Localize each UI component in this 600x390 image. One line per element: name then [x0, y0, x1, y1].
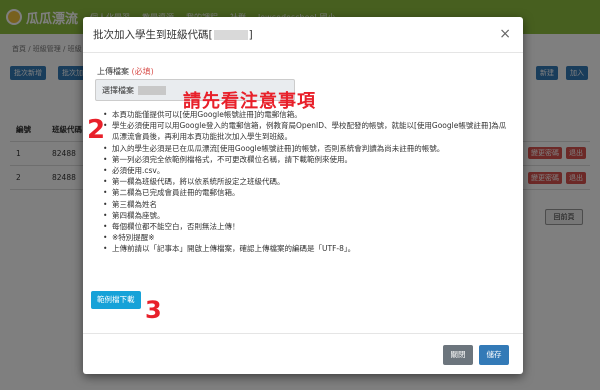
file-input-text: 選擇檔案: [102, 86, 134, 95]
redacted-filename: [138, 86, 166, 95]
note-item: 第二欄為已完成會員註冊的電郵信箱。: [103, 187, 513, 198]
upload-label-text: 上傳檔案: [97, 67, 129, 76]
note-item: 每個欄位都不能空白，否則無法上傳！: [103, 221, 513, 232]
notes-list: 本頁功能僅提供可以[使用Google帳號註冊]的電郵信箱。 學生必須使用可以用G…: [103, 109, 513, 255]
note-item: 第四欄為座號。: [103, 210, 513, 221]
annotation-read-notes: 請先看注意事項: [183, 91, 316, 112]
modal-title: 批次加入學生到班級代碼[]: [93, 27, 253, 42]
note-item: 上傳前請以「記事本」開啟上傳檔案，確認上傳檔案的編碼是「UTF-8」。: [103, 243, 513, 254]
annotation-step-3: 3: [145, 296, 162, 324]
redacted-class-code: [213, 30, 248, 40]
modal-footer: 關閉 儲存: [83, 333, 523, 374]
note-item: 第三欄為姓名: [103, 199, 513, 210]
close-icon[interactable]: ×: [499, 26, 511, 42]
note-item: 第一列必須完全依範例檔格式，不可更改欄位名稱，請下載範例來使用。: [103, 154, 513, 165]
required-mark: (必填): [131, 67, 154, 76]
modal-header: 批次加入學生到班級代碼[] ×: [83, 17, 523, 53]
note-item: 第一欄為班級代碼，將以依系統所設定之班級代碼。: [103, 176, 513, 187]
note-item: 學生必須使用可以用Google登入的電郵信箱，例教育局OpenID、學校配發的帳…: [103, 120, 513, 142]
close-button[interactable]: 關閉: [443, 345, 473, 365]
note-item: 加入的學生必須是已在瓜瓜漂流[使用Google帳號註冊]的帳號，否則系統會判讀為…: [103, 143, 513, 154]
batch-add-modal: 批次加入學生到班級代碼[] × 上傳檔案 (必填) 選擇檔案 本頁功能僅提供可以…: [83, 17, 523, 374]
note-item: 必須使用.csv。: [103, 165, 513, 176]
modal-title-prefix: 批次加入學生到班級代碼[: [93, 29, 213, 41]
sample-download-button[interactable]: 範例檔下載: [91, 291, 141, 309]
note-item: ※特別提醒※: [103, 232, 513, 243]
annotation-step-2: 2: [87, 115, 106, 145]
save-button[interactable]: 儲存: [479, 345, 509, 365]
upload-field-label: 上傳檔案 (必填): [97, 66, 154, 77]
modal-title-suffix: ]: [248, 29, 253, 41]
